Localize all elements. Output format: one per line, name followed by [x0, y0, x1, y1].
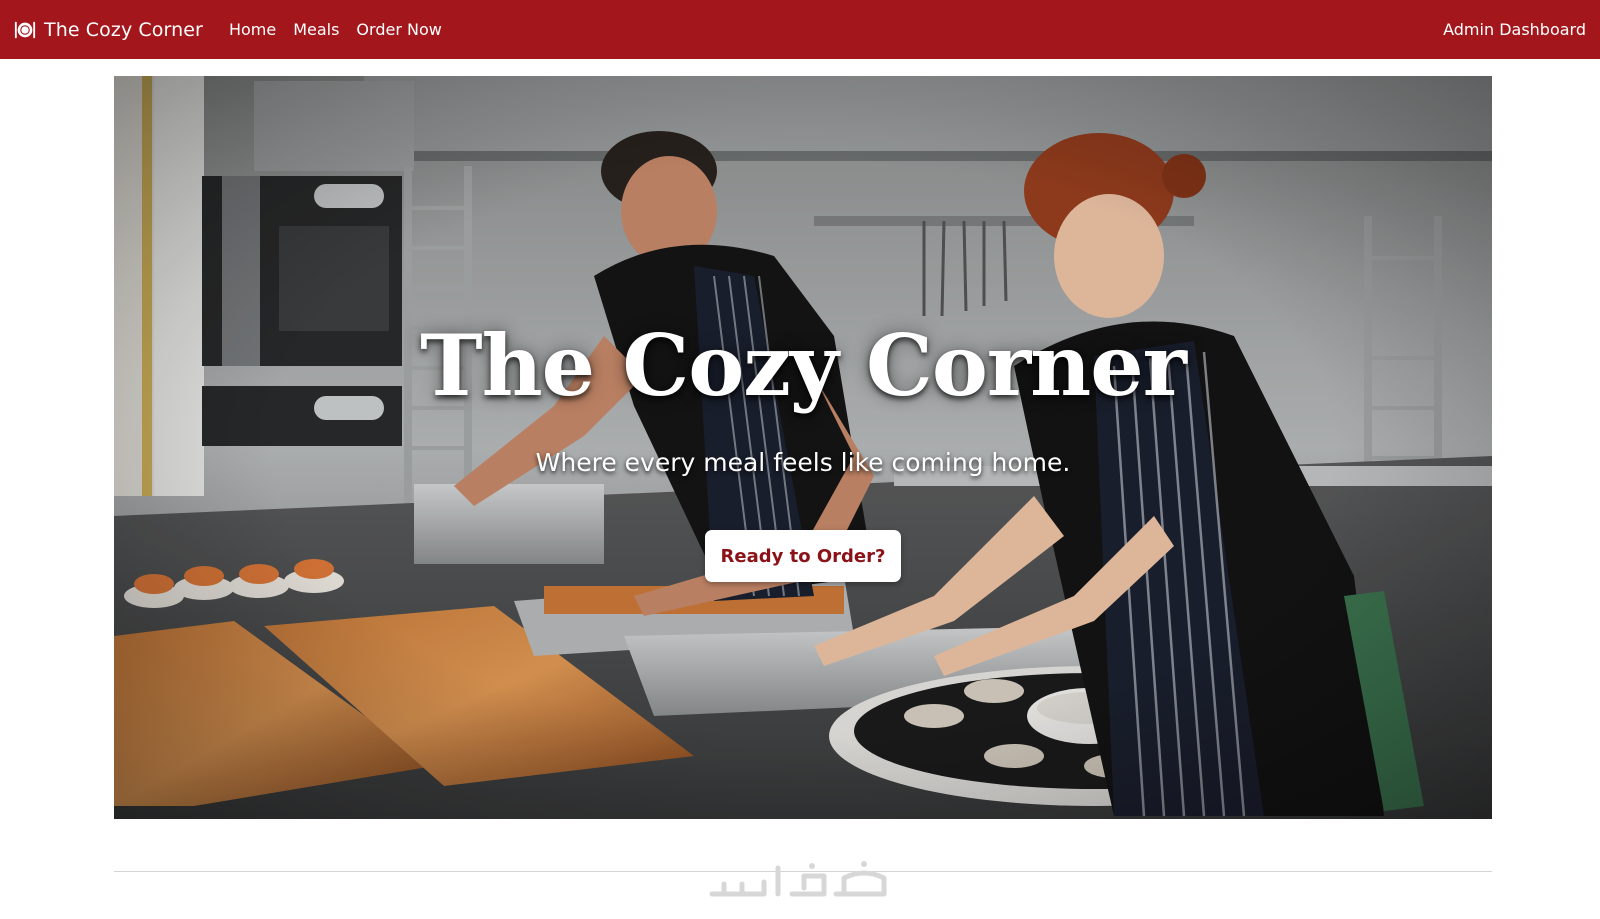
plate-cutlery-icon [14, 19, 36, 41]
hero-subtitle: Where every meal feels like coming home. [535, 448, 1071, 477]
nav-links: Home Meals Order Now [229, 20, 442, 39]
watermark-logo [704, 858, 894, 904]
brand-name: The Cozy Corner [44, 18, 203, 41]
hero-overlay: The Cozy Corner Where every meal feels l… [114, 76, 1492, 819]
nav-link-admin-dashboard[interactable]: Admin Dashboard [1443, 20, 1586, 39]
top-navbar: The Cozy Corner Home Meals Order Now Adm… [0, 0, 1600, 59]
nav-link-meals[interactable]: Meals [293, 20, 339, 39]
hero-title: The Cozy Corner [420, 316, 1187, 415]
hero-section: The Cozy Corner Where every meal feels l… [114, 76, 1492, 819]
nav-link-home[interactable]: Home [229, 20, 276, 39]
nav-link-order-now[interactable]: Order Now [356, 20, 441, 39]
brand-link[interactable]: The Cozy Corner [14, 19, 203, 41]
ready-to-order-button[interactable]: Ready to Order? [705, 530, 901, 582]
